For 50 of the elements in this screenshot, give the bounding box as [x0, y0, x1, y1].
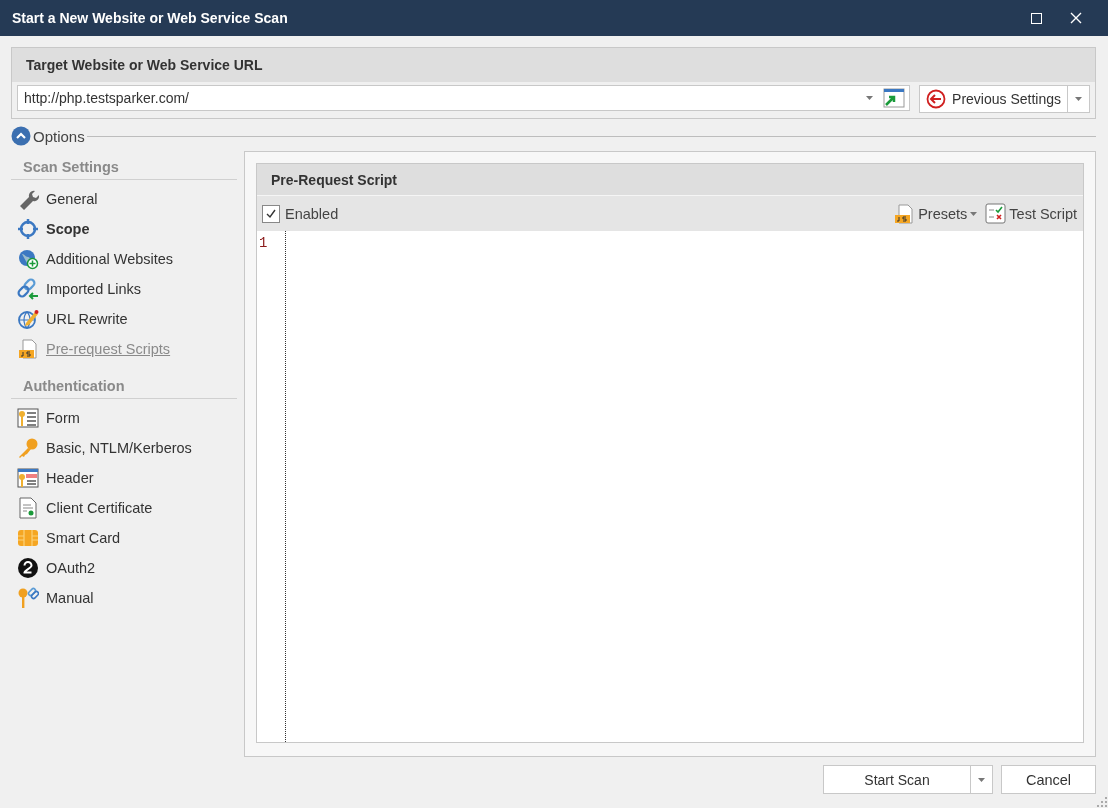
- checklist-icon: [985, 203, 1007, 224]
- panel-heading: Pre-Request Script: [257, 164, 1083, 195]
- caret-icon: [978, 777, 985, 782]
- crosshair-icon: [17, 218, 39, 240]
- js-file-icon: [17, 338, 39, 360]
- certificate-icon: [17, 497, 39, 519]
- cancel-button[interactable]: Cancel: [1001, 765, 1096, 794]
- chip-card-icon: [17, 527, 39, 549]
- oauth-badge-icon: [17, 557, 39, 579]
- code-editor[interactable]: 1: [257, 231, 1083, 742]
- key-icon: [17, 437, 39, 459]
- form-key-icon: [17, 407, 39, 429]
- line-number: 1: [259, 235, 269, 251]
- test-script-button[interactable]: Test Script: [977, 203, 1077, 224]
- window-title: Start a New Website or Web Service Scan: [12, 10, 289, 26]
- caret-icon: [970, 211, 978, 216]
- section-heading: Authentication: [11, 370, 237, 399]
- panel-heading: Target Website or Web Service URL: [12, 48, 1095, 82]
- close-icon: [1070, 12, 1082, 24]
- sidebar-item[interactable]: Header: [11, 463, 237, 493]
- link-icon: [17, 278, 39, 300]
- key-link-icon: [17, 587, 39, 609]
- sidebar-item[interactable]: Basic, NTLM/Kerberos: [11, 433, 237, 463]
- sidebar-item[interactable]: Manual: [11, 583, 237, 613]
- sidebar-item[interactable]: Imported Links: [11, 274, 237, 304]
- open-browser-icon[interactable]: [883, 88, 906, 108]
- sidebar-item[interactable]: Smart Card: [11, 523, 237, 553]
- section-heading: Scan Settings: [11, 151, 237, 180]
- header-key-icon: [17, 467, 39, 489]
- js-file-icon: [893, 202, 916, 225]
- sidebar-item[interactable]: Form: [11, 403, 237, 433]
- sidebar-item[interactable]: Scope: [11, 214, 237, 244]
- sidebar-item[interactable]: Additional Websites: [11, 244, 237, 274]
- sidebar-item[interactable]: General: [11, 184, 237, 214]
- caret-icon: [1075, 97, 1082, 101]
- check-icon: [265, 207, 277, 220]
- caret-icon: [866, 96, 874, 100]
- url-combobox[interactable]: http://php.testsparker.com/: [17, 85, 911, 111]
- sidebar-item[interactable]: Client Certificate: [11, 493, 237, 523]
- collapse-icon: [11, 126, 31, 146]
- presets-button[interactable]: Presets: [885, 202, 978, 225]
- maximize-icon: [1030, 12, 1042, 24]
- options-toggle[interactable]: Options: [11, 126, 85, 146]
- url-field[interactable]: http://php.testsparker.com/: [24, 90, 867, 106]
- sidebar-item[interactable]: OAuth2: [11, 553, 237, 583]
- enabled-checkbox[interactable]: Enabled: [262, 204, 339, 223]
- globe-plus-icon: [17, 248, 39, 270]
- sidebar-item[interactable]: URL Rewrite: [11, 304, 237, 334]
- resize-grip-icon[interactable]: [1097, 797, 1107, 807]
- globe-pencil-icon: [17, 308, 39, 330]
